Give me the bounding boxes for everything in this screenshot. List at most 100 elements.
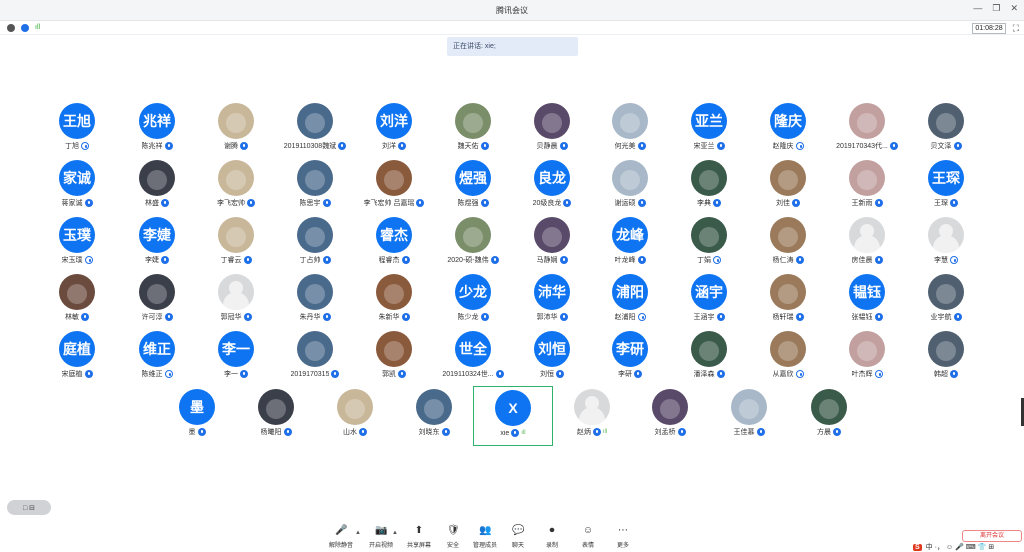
participant-tile[interactable]: 谢运硕 — [590, 157, 670, 217]
participant-name-line: 蒋家诚 — [37, 198, 117, 208]
participant-tile[interactable]: 李研 李研 — [590, 328, 670, 388]
record-label: 录制 — [545, 543, 558, 549]
participant-tile[interactable]: 家诚 蒋家诚 — [37, 157, 117, 217]
participant-tile[interactable]: 杨曦阳 — [236, 386, 316, 446]
participant-tile[interactable]: 庭植 宋庭植 — [37, 328, 117, 388]
participant-tile[interactable]: 龙峰 叶龙峰 — [590, 214, 670, 274]
participant-tile[interactable]: 李慧 — [906, 214, 986, 274]
participant-tile[interactable]: 刘恒 刘恒 — [512, 328, 592, 388]
more-button[interactable]: ⋯ 更多 — [607, 525, 639, 551]
participant-tile[interactable]: 郭冠华 — [196, 271, 276, 331]
participant-tile[interactable]: 玉璞 宋玉璞 — [37, 214, 117, 274]
share-screen-button[interactable]: ⬆ 共享屏幕 — [403, 525, 435, 551]
participant-name: 陈思宇 — [299, 200, 321, 207]
avatar-initials: 李婕 — [143, 227, 171, 243]
participant-name: 宋亚兰 — [693, 143, 715, 150]
camera-button[interactable]: 📷 开启视频 — [365, 525, 397, 551]
participant-tile[interactable]: 刘佳 — [748, 157, 828, 217]
participant-tile[interactable]: 刘孟桥 — [630, 386, 710, 446]
participant-tile[interactable]: 韫钰 张韫钰 — [827, 271, 907, 331]
chevron-up-icon[interactable]: ▲ — [355, 530, 361, 536]
participant-tile[interactable]: 叶杰辉 — [827, 328, 907, 388]
participant-tile[interactable]: 浦阳 赵浦阳 — [590, 271, 670, 331]
participant-tile[interactable]: 涵宇 王涵宇 — [669, 271, 749, 331]
participant-tile[interactable]: 睿杰 程睿杰 — [354, 214, 434, 274]
microphone-icon — [637, 142, 646, 150]
participant-name: 陈维正 — [141, 371, 163, 378]
participant-tile[interactable]: 林敏 — [37, 271, 117, 331]
participant-tile[interactable]: 王新雨 — [827, 157, 907, 217]
participant-tile[interactable]: 马静娴 — [512, 214, 592, 274]
participant-tile[interactable]: 墨墨 — [157, 386, 237, 446]
participant-tile[interactable]: 李典 — [669, 157, 749, 217]
participants-button[interactable]: 👥 管理成员 — [469, 525, 501, 551]
participant-tile[interactable]: 沛华 郭沛华 — [512, 271, 592, 331]
participant-tile[interactable]: 李飞宏帅 吕嘉瑶 — [354, 157, 434, 217]
participant-tile[interactable]: 李飞宏帅 — [196, 157, 276, 217]
microphone-button[interactable]: 🎤 解除静音 — [325, 525, 357, 551]
participant-tile[interactable]: 潘泽森 — [669, 328, 749, 388]
layout-toggle[interactable]: □ ⊟ — [7, 500, 51, 515]
participant-tile[interactable]: 刘洋 刘洋 — [354, 100, 434, 160]
participant-tile[interactable]: 王旭 丁旭 — [37, 100, 117, 160]
chevron-up-icon[interactable]: ▲ — [392, 530, 398, 536]
participant-avatar: 李一 — [218, 331, 254, 367]
participant-tile[interactable]: 杨仁涛 — [748, 214, 828, 274]
microphone-icon — [713, 199, 721, 207]
participant-tile[interactable]: 2019170343代... — [827, 100, 907, 160]
participant-tile[interactable]: 2019110308魏斌 — [275, 100, 355, 160]
participant-tile[interactable]: 郭凯 — [354, 328, 434, 388]
participant-tile[interactable]: 朱新华 — [354, 271, 434, 331]
reaction-button[interactable]: ☺ 表情 — [572, 525, 604, 551]
participant-tile[interactable]: 丁睿云 — [196, 214, 276, 274]
microphone-icon — [634, 370, 642, 378]
participant-tile[interactable]: 李婕 李婕 — [117, 214, 197, 274]
participant-tile[interactable]: 山水 — [315, 386, 395, 446]
participant-tile[interactable]: 贝文泽 — [906, 100, 986, 160]
participant-tile[interactable]: 杨轩瑞 — [748, 271, 828, 331]
participant-tile[interactable]: 亚兰 宋亚兰 — [669, 100, 749, 160]
participant-tile[interactable]: 何光美 — [590, 100, 670, 160]
participant-tile[interactable]: 丁占帅 — [275, 214, 355, 274]
microphone-icon — [240, 370, 248, 378]
participant-tile[interactable]: 维正 陈维正 — [117, 328, 197, 388]
chat-button[interactable]: 💬 聊天 — [502, 525, 534, 551]
participant-tile[interactable]: 世全 2019110324世... — [433, 328, 513, 388]
ime-icon[interactable]: S — [913, 543, 922, 551]
participant-tile[interactable]: 良龙 20级良龙 — [512, 157, 592, 217]
participant-tile[interactable]: 王佳慕 — [709, 386, 789, 446]
participant-tile[interactable]: 从嘉欣 — [748, 328, 828, 388]
participant-tile[interactable]: 业宇航 — [906, 271, 986, 331]
participant-tile[interactable]: 赵炳 ıll — [552, 386, 632, 446]
participant-tile[interactable]: 刘晓东 — [394, 386, 474, 446]
participant-tile[interactable]: 丁娟 — [669, 214, 749, 274]
participant-tile[interactable]: 林盛 — [117, 157, 197, 217]
participant-tile[interactable]: 煜强 陈煜强 — [433, 157, 513, 217]
participant-tile[interactable]: 少龙 陈少龙 — [433, 271, 513, 331]
signal-icon: ıll — [602, 429, 608, 435]
participant-tile[interactable]: 陈思宇 — [275, 157, 355, 217]
participant-tile[interactable]: 朱丹华 — [275, 271, 355, 331]
participant-tile[interactable]: 2019170315 — [275, 328, 355, 388]
participant-avatar: 沛华 — [534, 274, 570, 310]
participant-tile[interactable]: 方晨 — [789, 386, 869, 446]
participant-tile[interactable]: 谢腾 — [196, 100, 276, 160]
participant-tile[interactable]: 王琛 王琛 — [906, 157, 986, 217]
participant-avatar — [258, 389, 294, 425]
participant-tile[interactable]: 许可淳 — [117, 271, 197, 331]
participant-tile[interactable]: 魏天佑 — [433, 100, 513, 160]
record-button[interactable]: ⏺ 录制 — [536, 525, 568, 551]
security-button[interactable]: 🛡 安全 — [437, 525, 469, 551]
participant-tile[interactable]: 隆庆 赵隆庆 — [748, 100, 828, 160]
participant-avatar — [218, 160, 254, 196]
participant-tile[interactable]: 兆祥 陈兆祥 — [117, 100, 197, 160]
participant-tile[interactable]: 李一 李一 — [196, 328, 276, 388]
participant-tile[interactable]: 贝静晨 — [512, 100, 592, 160]
participant-tile[interactable]: 韩超 — [906, 328, 986, 388]
participant-tile[interactable]: 2020-硕-魏伟 — [433, 214, 513, 274]
end-meeting-button[interactable]: 离开会议 — [962, 530, 1022, 542]
participant-avatar — [691, 331, 727, 367]
microphone-icon — [322, 313, 331, 321]
participant-tile[interactable]: Xxie ıll — [473, 386, 553, 446]
participant-tile[interactable]: 房佳晨 — [827, 214, 907, 274]
